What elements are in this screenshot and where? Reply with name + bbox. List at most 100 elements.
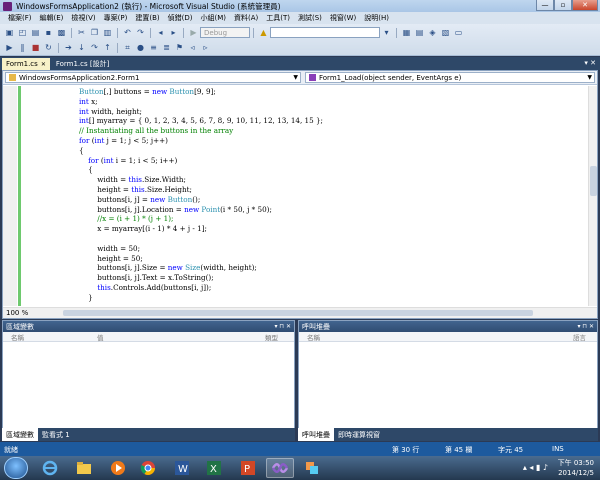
scroll-thumb[interactable] (63, 310, 533, 316)
menu-view[interactable]: 檢視(V) (67, 13, 99, 23)
code-line[interactable]: this.Controls.Add(buttons[i, j]); (79, 283, 323, 293)
save-all-icon[interactable]: ▩ (56, 27, 67, 38)
visual-studio-taskbar-icon[interactable] (266, 458, 294, 478)
breakpoint-margin[interactable] (3, 86, 17, 306)
start-debugging-icon[interactable]: ▶ (188, 27, 199, 38)
menu-build[interactable]: 建置(B) (131, 13, 163, 23)
member-combo[interactable]: Form1_Load(object sender, EventArgs e) ▼ (305, 72, 595, 83)
tab-immediate-window[interactable]: 即時運算視窗 (334, 428, 384, 441)
redo-icon[interactable]: ↷ (135, 27, 146, 38)
cut-icon[interactable]: ✂ (76, 27, 87, 38)
menu-debug[interactable]: 偵錯(D) (164, 13, 197, 23)
tab-overflow-icon[interactable]: ▾ ✕ (584, 59, 596, 67)
vertical-scrollbar[interactable] (588, 86, 597, 306)
stop-debugging-icon[interactable]: ■ (30, 42, 41, 53)
code-line[interactable]: width = this.Size.Width; (79, 175, 323, 185)
close-button[interactable]: ✕ (572, 0, 598, 11)
scroll-thumb[interactable] (590, 166, 597, 196)
menu-help[interactable]: 說明(H) (360, 13, 393, 23)
add-item-icon[interactable]: ◰ (17, 27, 28, 38)
code-line[interactable]: // Instantiating all the buttons in the … (79, 126, 323, 136)
menu-edit[interactable]: 編輯(E) (36, 13, 68, 23)
show-next-statement-icon[interactable]: ➔ (63, 42, 74, 53)
tab-watch-1[interactable]: 監看式 1 (38, 428, 74, 441)
maximize-button[interactable]: ▫ (554, 0, 572, 11)
code-line[interactable] (79, 234, 323, 244)
menu-window[interactable]: 視窗(W) (326, 13, 360, 23)
prev-bookmark-icon[interactable]: ◃ (187, 42, 198, 53)
tab-form1-cs[interactable]: Form1.cs ✕ (2, 58, 50, 70)
tab-call-stack[interactable]: 呼叫堆疊 (298, 428, 334, 441)
file-explorer-icon[interactable] (70, 458, 98, 478)
code-line[interactable]: height = this.Size.Height; (79, 185, 323, 195)
code-line[interactable]: { (79, 165, 323, 175)
tab-locals[interactable]: 區域變數 (2, 428, 38, 441)
code-line[interactable]: width = 50; (79, 244, 323, 254)
column-name[interactable]: 名稱 (307, 332, 320, 342)
code-line[interactable]: buttons[i, j] = new Button(); (79, 195, 323, 205)
start-page-icon[interactable]: ▭ (453, 27, 464, 38)
menu-project[interactable]: 專案(P) (100, 13, 132, 23)
running-app-icon[interactable] (298, 458, 326, 478)
start-button[interactable] (4, 457, 28, 479)
bookmark-icon[interactable]: ⚑ (174, 42, 185, 53)
close-tab-icon[interactable]: ✕ (41, 61, 46, 68)
paste-icon[interactable]: ▥ (102, 27, 113, 38)
find-combo[interactable] (270, 27, 380, 38)
code-text[interactable]: Button[,] buttons = new Button[9, 9]; int… (79, 87, 323, 303)
continue-icon[interactable]: ▶ (4, 42, 15, 53)
undo-icon[interactable]: ↶ (122, 27, 133, 38)
next-bookmark-icon[interactable]: ▹ (200, 42, 211, 53)
find-dropdown-icon[interactable]: ▾ (381, 27, 392, 38)
minimize-button[interactable]: — (536, 0, 554, 11)
code-line[interactable]: } (79, 293, 323, 303)
tab-form1-designer[interactable]: Form1.cs [設計] (52, 58, 114, 70)
internet-explorer-icon[interactable] (36, 458, 64, 478)
code-line[interactable]: int[] myarray = { 0, 1, 2, 3, 4, 5, 6, 7… (79, 116, 323, 126)
column-name[interactable]: 名稱 (11, 332, 24, 342)
code-line[interactable]: buttons[i, j].Text = x.ToString(); (79, 273, 323, 283)
word-icon[interactable]: W (168, 458, 196, 478)
code-line[interactable]: Button[,] buttons = new Button[9, 9]; (79, 87, 323, 97)
powerpoint-icon[interactable]: P (234, 458, 262, 478)
code-line[interactable]: height = 50; (79, 254, 323, 264)
copy-icon[interactable]: ❐ (89, 27, 100, 38)
breakpoints-icon[interactable]: ● (135, 42, 146, 53)
solution-config-select[interactable]: Debug (200, 27, 250, 38)
menu-file[interactable]: 檔案(F) (4, 13, 36, 23)
object-browser-icon[interactable]: ◈ (427, 27, 438, 38)
step-into-icon[interactable]: ↓ (76, 42, 87, 53)
menu-data[interactable]: 資料(A) (230, 13, 262, 23)
step-out-icon[interactable]: ↑ (102, 42, 113, 53)
horizontal-scrollbar[interactable]: 100 % (3, 307, 597, 318)
column-type[interactable]: 類型 (265, 332, 278, 342)
panel-controls[interactable]: ▾ ⊓ ✕ (274, 323, 291, 330)
excel-icon[interactable]: X (200, 458, 228, 478)
find-in-files-icon[interactable]: ▲ (258, 27, 269, 38)
comment-icon[interactable]: ≡ (148, 42, 159, 53)
column-value[interactable]: 值 (97, 332, 104, 342)
code-line[interactable]: buttons[i, j].Location = new Point(i * 5… (79, 205, 323, 215)
solution-explorer-icon[interactable]: ▦ (401, 27, 412, 38)
menu-team[interactable]: 小組(M) (196, 13, 230, 23)
code-line[interactable]: x = myarray[(i - 1) * 4 + j - 1]; (79, 224, 323, 234)
code-line[interactable]: { (79, 146, 323, 156)
properties-icon[interactable]: ▤ (414, 27, 425, 38)
menu-tools[interactable]: 工具(T) (262, 13, 294, 23)
zoom-level[interactable]: 100 % (3, 309, 43, 317)
navigate-forward-icon[interactable]: ▸ (168, 27, 179, 38)
code-area[interactable]: Button[,] buttons = new Button[9, 9]; int… (3, 86, 589, 306)
panel-controls[interactable]: ▾ ⊓ ✕ (577, 323, 594, 330)
save-icon[interactable]: ▪ (43, 27, 54, 38)
media-player-icon[interactable] (104, 458, 132, 478)
toolbox-icon[interactable]: ▧ (440, 27, 451, 38)
code-line[interactable]: //x = (i + 1) * (j + 1); (79, 214, 323, 224)
code-line[interactable]: for (int i = 1; i < 5; i++) (79, 156, 323, 166)
uncomment-icon[interactable]: ≣ (161, 42, 172, 53)
code-line[interactable]: int x; (79, 97, 323, 107)
code-line[interactable]: int width, height; (79, 107, 323, 117)
hex-display-icon[interactable]: ⌗ (122, 42, 133, 53)
chrome-icon[interactable] (134, 458, 162, 478)
new-project-icon[interactable]: ▣ (4, 27, 15, 38)
clock[interactable]: 下午 03:50 2014/12/5 (558, 458, 594, 478)
